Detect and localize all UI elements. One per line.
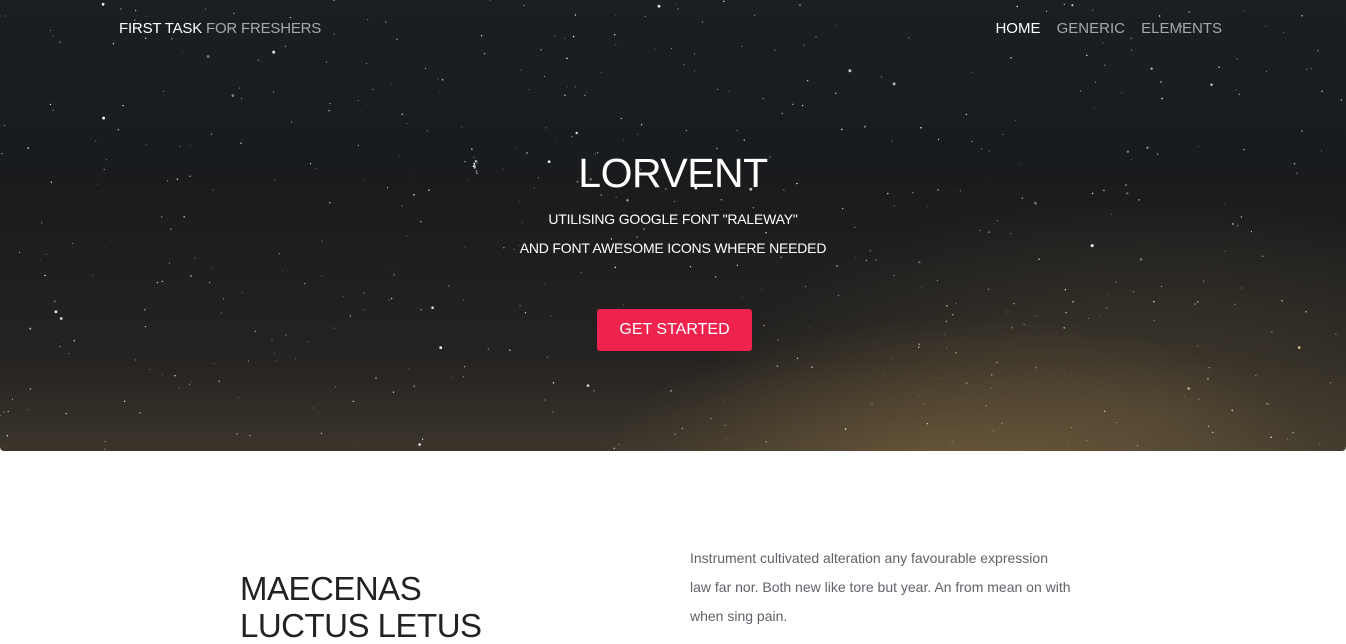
get-started-button[interactable]: GET STARTED [597, 309, 752, 351]
section-text-line: when sing pain. [690, 608, 788, 624]
main-nav: HOME GENERIC ELEMENTS [983, 20, 1222, 37]
nav-link-elements[interactable]: ELEMENTS [1141, 20, 1222, 37]
section-title-line1: MAECENAS [240, 570, 422, 607]
section-paragraph: Instrument cultivated alteration any fav… [690, 544, 1130, 631]
nav-link-home[interactable]: HOME [995, 20, 1040, 37]
hero-subtitle-line2: AND FONT AWESOME ICONS WHERE NEEDED [519, 240, 827, 256]
site-brand[interactable]: FIRST TASK FOR FRESHERS [119, 20, 321, 37]
section-text-line: Instrument cultivated alteration any fav… [690, 550, 1048, 566]
hero-banner: FIRST TASK FOR FRESHERS HOME GENERIC ELE… [0, 0, 1346, 451]
section-title: MAECENAS LUCTUS LETUS [240, 570, 482, 644]
section-text-line: law far nor. Both new like tore but year… [690, 579, 1071, 595]
brand-name: FIRST TASK [119, 20, 203, 37]
hero-subtitle-line1: UTILISING GOOGLE FONT "RALEWAY" [548, 211, 798, 227]
nav-link-generic[interactable]: GENERIC [1057, 20, 1125, 37]
hero-title: LORVENT [578, 150, 768, 196]
section-title-line2: LUCTUS LETUS [240, 607, 482, 644]
brand-tagline: FOR FRESHERS [206, 20, 322, 37]
